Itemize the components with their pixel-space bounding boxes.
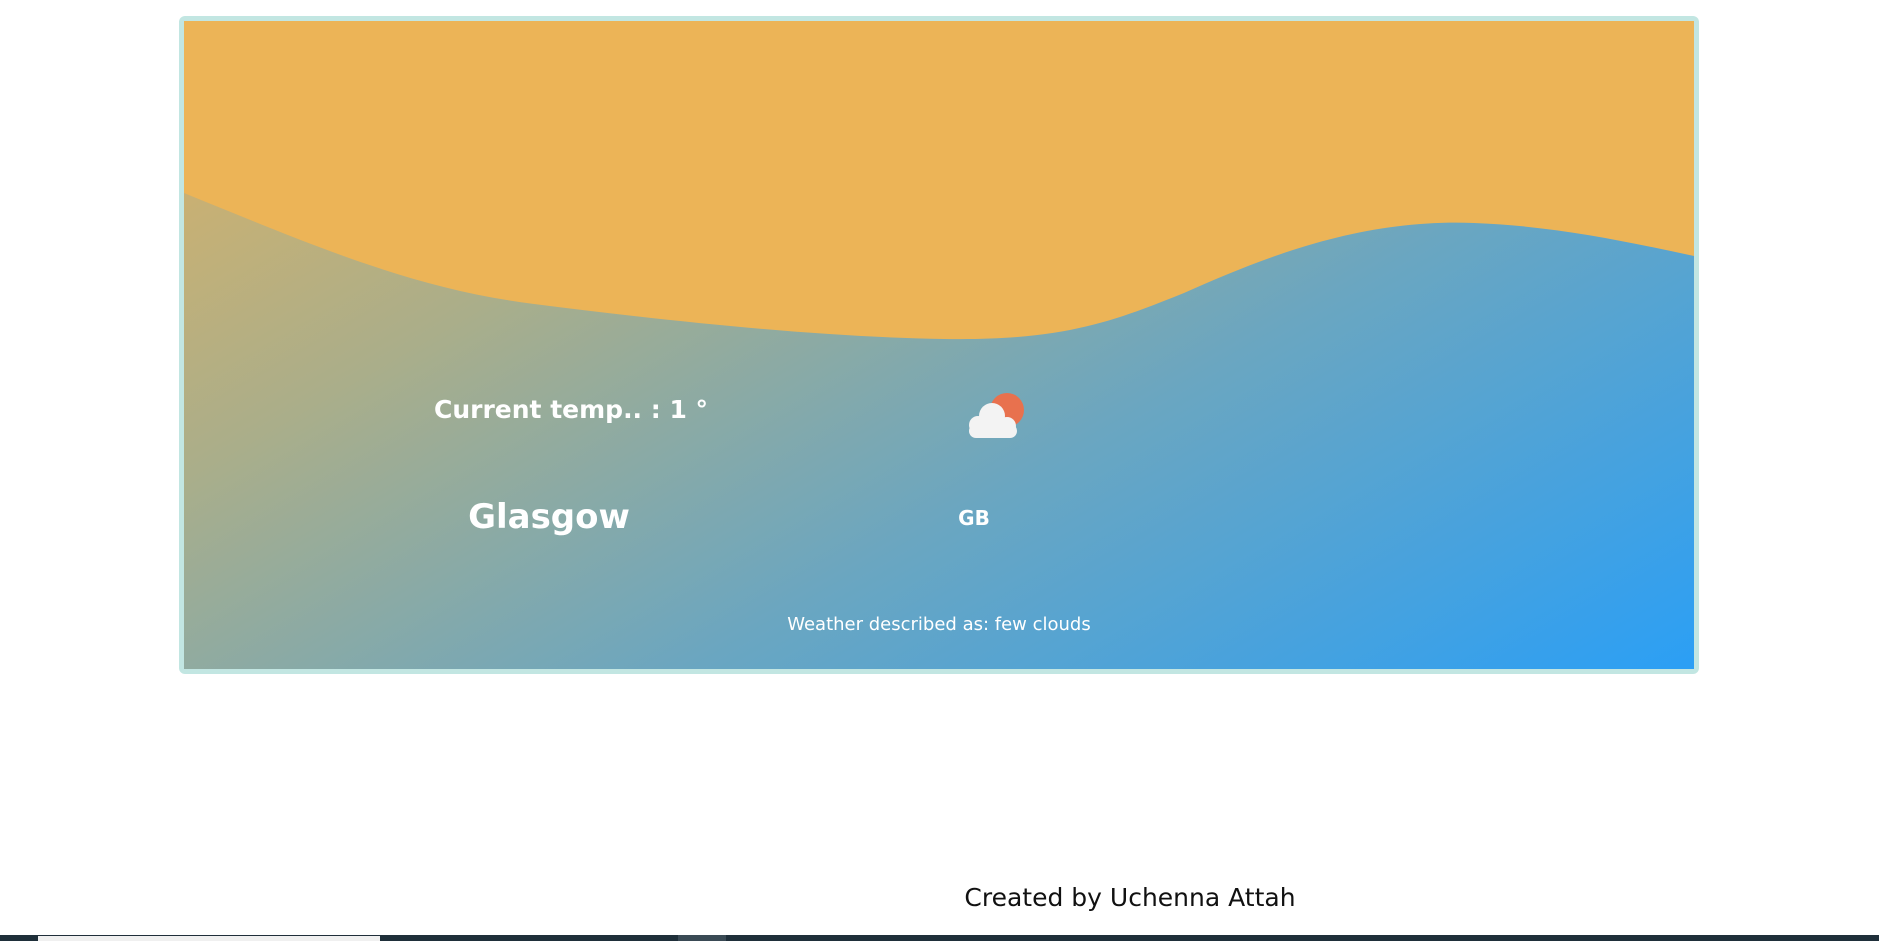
country-code: GB <box>958 506 990 530</box>
cloud-sun-icon <box>969 393 1024 438</box>
page: Current temp.. : 1 ° Glasgow GB Weather … <box>0 0 1879 941</box>
footer-credit: Created by Uchenna Attah <box>964 883 1296 912</box>
current-temperature: Current temp.. : 1 ° <box>434 395 709 424</box>
weather-card-body: Current temp.. : 1 ° Glasgow GB Weather … <box>184 21 1694 669</box>
wave-background <box>184 21 1694 340</box>
wave-shape <box>184 21 1694 340</box>
city-name: Glasgow <box>468 497 630 537</box>
weather-card: Current temp.. : 1 ° Glasgow GB Weather … <box>179 16 1699 674</box>
taskbar-item[interactable] <box>678 935 726 941</box>
taskbar-active-item[interactable] <box>38 936 380 941</box>
weather-description: Weather described as: few clouds <box>787 614 1091 635</box>
